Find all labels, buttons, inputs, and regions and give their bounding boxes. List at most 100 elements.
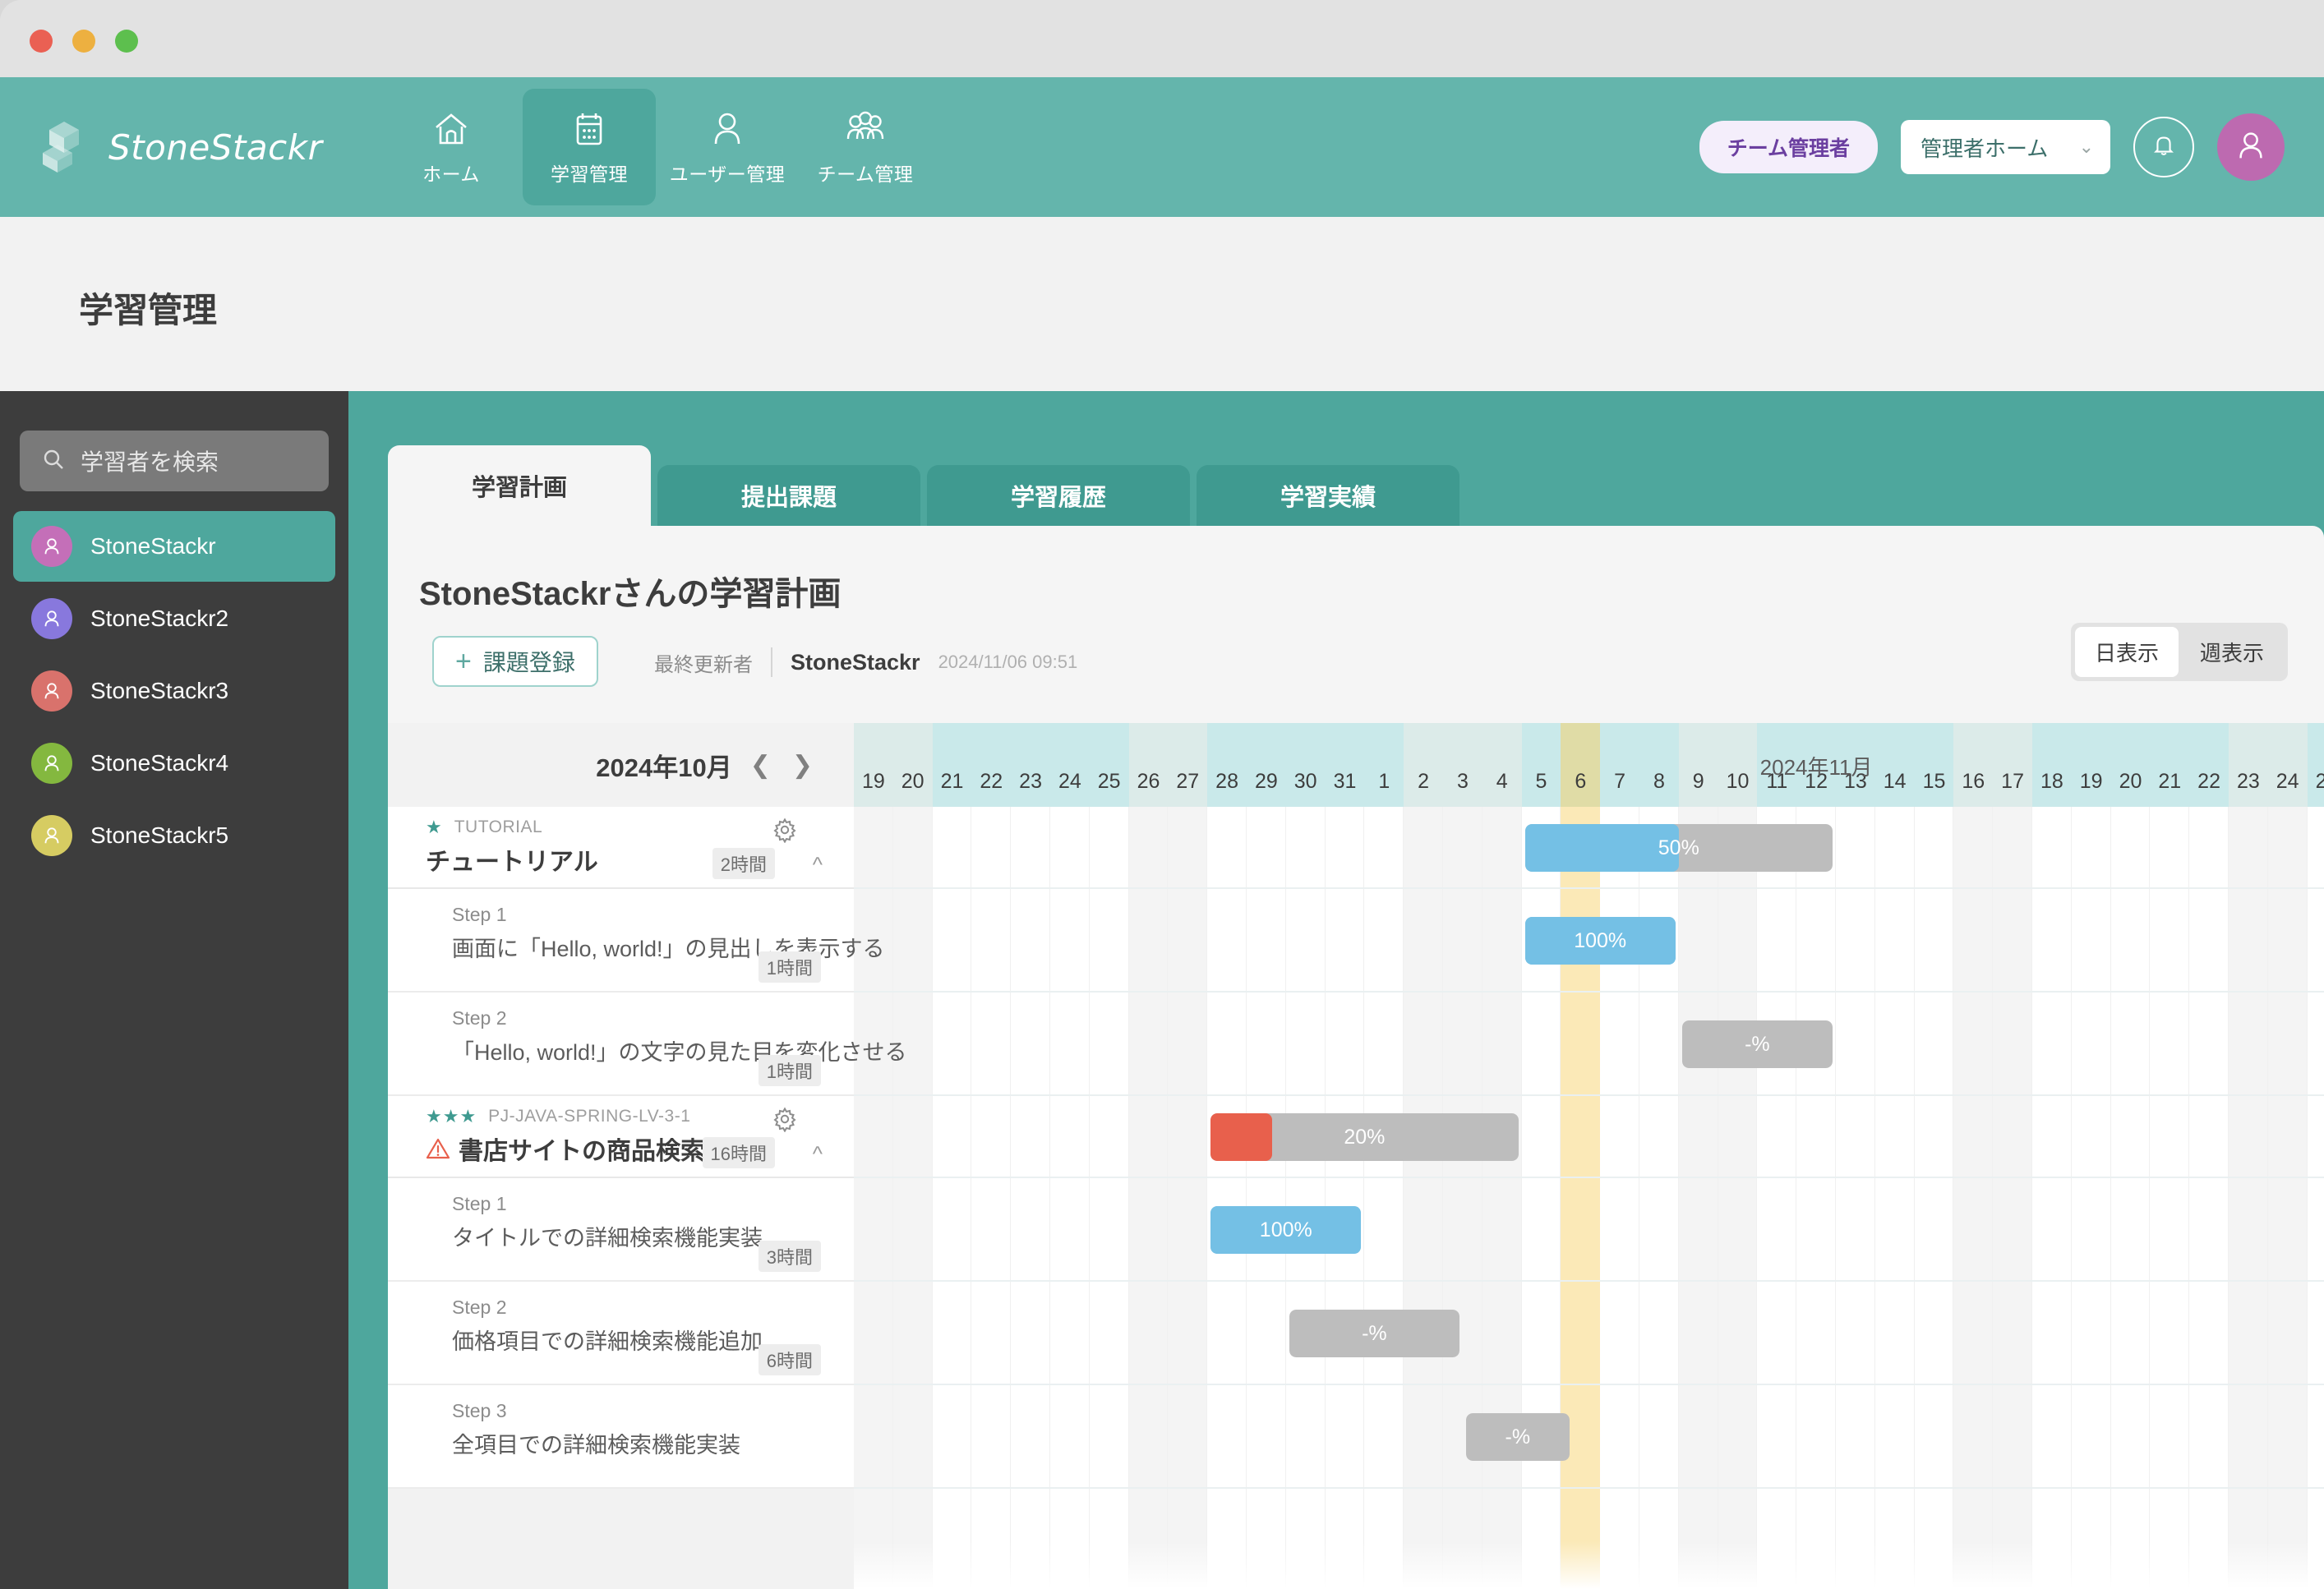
notifications-button[interactable] [2133, 117, 2194, 177]
grid-column [1325, 807, 1365, 1589]
step-number: Step 2 [452, 1297, 507, 1318]
task-step-row: Step 2 価格項目での詳細検索機能追加 6時間 [388, 1282, 854, 1385]
gantt-bar[interactable]: 20% [1210, 1113, 1519, 1161]
gantt-bar[interactable]: -% [1681, 1020, 1833, 1068]
learning-plan-panel: StoneStackrさんの学習計画 + 課題登録 最終更新者 StoneSta… [388, 526, 2324, 1589]
tab-item[interactable]: 学習履歴 [927, 465, 1190, 526]
search-input[interactable]: 学習者を検索 [20, 431, 329, 491]
learner-item[interactable]: StoneStackr5 [13, 800, 335, 871]
gantt-bar-progress-label: -% [1505, 1425, 1531, 1449]
grid-column [892, 807, 933, 1589]
nav-item-user-management[interactable]: ユーザー管理 [661, 89, 794, 205]
date-column: 6 [1561, 723, 1601, 807]
gantt-bars-area: 50% 100% -% 20% 100% -% -% [854, 807, 2324, 1589]
add-task-button[interactable]: + 課題登録 [432, 636, 598, 687]
grid-column [2267, 807, 2308, 1589]
learner-avatar-icon [31, 526, 72, 567]
grid-column [971, 807, 1012, 1589]
date-column: 22 [971, 723, 1012, 807]
learner-item[interactable]: StoneStackr4 [13, 728, 335, 799]
step-number: Step 3 [452, 1400, 507, 1421]
task-group-row: ★ TUTORIAL チュートリアル 2時間 ^ [388, 807, 854, 889]
grid-column [1168, 807, 1208, 1589]
grid-column [932, 807, 972, 1589]
date-column: 4 [1482, 723, 1522, 807]
row-separator [854, 1177, 2324, 1178]
grid-column [2032, 807, 2072, 1589]
grid-column [1678, 807, 1718, 1589]
maximize-window-button[interactable] [115, 30, 138, 53]
date-column: 29 [1247, 723, 1286, 807]
avatar[interactable] [2217, 113, 2285, 181]
date-column: 19 [854, 723, 893, 807]
step-hours: 1時間 [758, 951, 821, 983]
close-window-button[interactable] [30, 30, 53, 53]
gantt-bar-progress-label: 50% [1658, 836, 1699, 859]
grid-column [2229, 807, 2268, 1589]
chevron-up-icon[interactable]: ^ [813, 852, 823, 877]
gantt-bar[interactable]: 50% [1524, 824, 1833, 872]
difficulty-stars: ★★★ [426, 1106, 477, 1126]
learner-name: StoneStackr4 [90, 750, 229, 776]
chevron-up-icon[interactable]: ^ [813, 1141, 823, 1167]
grid-column [1404, 807, 1443, 1589]
step-number: Step 2 [452, 1007, 507, 1029]
chevron-right-icon[interactable]: ❯ [789, 751, 816, 780]
view-toggle-day[interactable]: 日表示 [2074, 627, 2179, 677]
learner-item[interactable]: StoneStackr [13, 511, 335, 582]
gear-icon[interactable] [772, 817, 798, 844]
gantt-bar[interactable]: -% [1465, 1413, 1570, 1461]
grid-column [1757, 807, 1797, 1589]
learner-item[interactable]: StoneStackr2 [13, 583, 335, 654]
task-code: TUTORIAL [454, 818, 543, 836]
grid-column [1011, 807, 1050, 1589]
task-code: PJ-JAVA-SPRING-LV-3-1 [488, 1107, 691, 1126]
date-column: 14 [1874, 723, 1915, 807]
search-icon [41, 447, 66, 476]
step-hours: 1時間 [758, 1055, 821, 1086]
gantt-bar[interactable]: 100% [1524, 917, 1676, 965]
window-titlebar [0, 0, 2324, 77]
gantt-date-header: 19 20 21 22 23 24 25 26 27 28 29 30 31 1 2 3 4 5 6 7 8 9 10 11 1… [854, 723, 2324, 807]
gear-icon[interactable] [772, 1106, 798, 1133]
nav-label-learning-management: 学習管理 [551, 164, 628, 185]
date-column: 24 [1050, 723, 1090, 807]
gantt-bar[interactable]: 100% [1210, 1206, 1362, 1254]
home-select[interactable]: 管理者ホーム ⌄ [1901, 120, 2110, 174]
row-separator [854, 1384, 2324, 1385]
nav-item-team-management[interactable]: チーム管理 [799, 89, 932, 205]
grid-column [1364, 807, 1404, 1589]
date-column: 5 [1521, 723, 1561, 807]
tab-item[interactable]: 学習実績 [1197, 465, 1459, 526]
learner-item[interactable]: StoneStackr3 [13, 656, 335, 726]
minimize-window-button[interactable] [72, 30, 95, 53]
brand[interactable]: StoneStackr [39, 120, 385, 174]
step-number: Step 1 [452, 904, 507, 925]
main-nav: ホーム 学習管理 ユーザー管理 チーム管理 [385, 89, 932, 205]
tab-active[interactable]: 学習計画 [388, 445, 651, 526]
grid-column [2189, 807, 2229, 1589]
nav-label-user-management: ユーザー管理 [669, 164, 786, 185]
tab-item[interactable]: 提出課題 [657, 465, 920, 526]
learner-list: StoneStackr StoneStackr2 StoneStackr3 Stone… [0, 511, 348, 871]
date-column: 7 [1600, 723, 1639, 807]
last-updated-label: 最終更新者 [654, 653, 753, 676]
chevron-left-icon[interactable]: ❮ [747, 751, 774, 780]
step-hours: 6時間 [758, 1344, 821, 1375]
gantt-bar[interactable]: -% [1289, 1310, 1459, 1357]
date-column: 30 [1285, 723, 1326, 807]
grid-column [1050, 807, 1090, 1589]
date-column: 19 [2071, 723, 2111, 807]
add-task-label: 課題登録 [482, 650, 575, 675]
date-column: 8 [1639, 723, 1679, 807]
nav-item-learning-management[interactable]: 学習管理 [523, 89, 656, 205]
task-hours: 16時間 [702, 1137, 775, 1168]
nav-item-home[interactable]: ホーム [385, 89, 518, 205]
view-toggle-week[interactable]: 週表示 [2180, 627, 2284, 677]
grid-column [1128, 807, 1169, 1589]
gantt-bar-progress-label: 100% [1259, 1218, 1312, 1241]
step-name: 全項目での詳細検索機能実装 [452, 1433, 740, 1458]
nav-label-team-management: チーム管理 [817, 164, 914, 185]
difficulty-stars: ★ [426, 817, 443, 837]
date-column: 21 [2150, 723, 2190, 807]
